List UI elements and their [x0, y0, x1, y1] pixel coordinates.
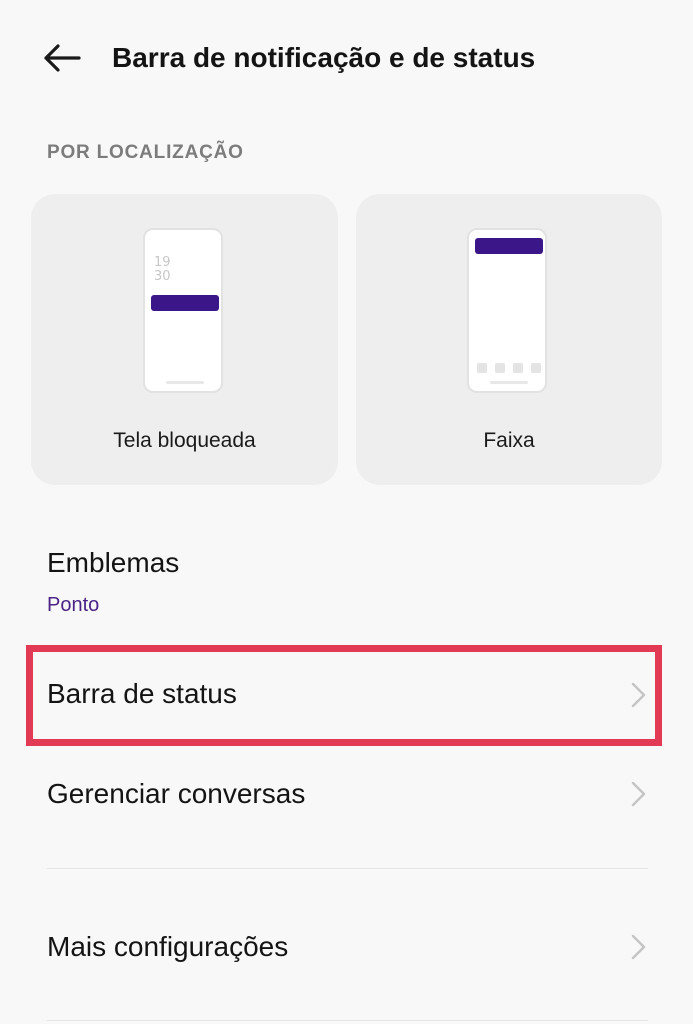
top-app-bar: Barra de notificação e de status [0, 0, 693, 115]
preview-clock-hour: 19 [154, 255, 171, 270]
preview-app-icon [513, 363, 523, 373]
emblemas-setting-row[interactable]: Emblemas Ponto [0, 530, 693, 630]
back-button[interactable] [38, 38, 84, 78]
bottom-divider [47, 1020, 648, 1021]
section-label-por-localizacao: POR LOCALIZAÇÃO [47, 142, 244, 163]
page-title: Barra de notificação e de status [112, 42, 536, 73]
barra-de-status-title: Barra de status [47, 678, 237, 709]
home-indicator [166, 381, 204, 384]
emblemas-title: Emblemas [47, 547, 180, 578]
banner-phone-preview [467, 228, 547, 393]
preview-clock: 19 30 [154, 256, 171, 284]
preview-app-icon [531, 363, 541, 373]
emblemas-value: Ponto [47, 594, 100, 616]
lock-screen-phone-preview: 19 30 [143, 228, 223, 393]
mais-configuracoes-title: Mais configurações [47, 931, 289, 962]
gerenciar-conversas-row[interactable]: Gerenciar conversas [0, 750, 693, 840]
banner-option-label: Faixa [483, 429, 535, 452]
notification-preview-bar [151, 295, 219, 311]
preview-app-icon [477, 363, 487, 373]
chevron-right-icon [631, 682, 646, 708]
arrow-left-icon [44, 44, 81, 72]
banner-preview-bar [475, 238, 543, 254]
gerenciar-conversas-title: Gerenciar conversas [47, 778, 306, 809]
lock-screen-option-label: Tela bloqueada [113, 429, 256, 452]
preview-app-icon [495, 363, 505, 373]
home-indicator [490, 381, 528, 384]
barra-de-status-row[interactable]: Barra de status [0, 652, 693, 739]
mais-configuracoes-row[interactable]: Mais configurações [0, 900, 693, 995]
chevron-right-icon [631, 934, 646, 960]
preview-clock-minute: 30 [154, 269, 171, 284]
banner-option-card[interactable]: Faixa [356, 194, 662, 485]
section-divider [47, 868, 648, 869]
lock-screen-option-card[interactable]: 19 30 Tela bloqueada [31, 194, 338, 485]
chevron-right-icon [631, 781, 646, 807]
preview-dock [477, 363, 541, 373]
